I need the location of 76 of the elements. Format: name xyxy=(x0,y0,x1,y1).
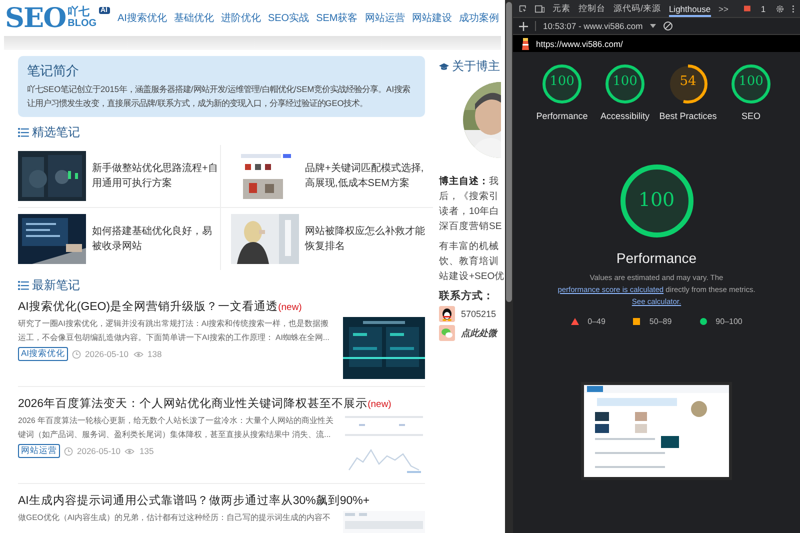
list-icon xyxy=(18,128,29,137)
section-title: 最新笔记 xyxy=(32,277,80,294)
score-value: 100 xyxy=(612,74,638,89)
article-title[interactable]: AI生成内容提示词通用公式靠谱吗？做两步通过率从30%飙到90%+ xyxy=(18,493,425,508)
legend-label: 50–89 xyxy=(649,317,672,326)
intro-title: 笔记简介 xyxy=(27,62,80,80)
legend-label: 0–49 xyxy=(588,317,606,326)
bio-text: 饮、教育培训 xyxy=(439,254,500,269)
eye-icon xyxy=(124,448,136,454)
caret-icon[interactable] xyxy=(650,24,656,28)
list-icon xyxy=(18,281,29,290)
more-tabs-button[interactable]: >> xyxy=(718,4,728,14)
score-value: 100 xyxy=(738,74,764,89)
category-label[interactable]: SEO xyxy=(721,110,781,122)
score-value: 54 xyxy=(678,74,698,89)
legend-label: 90–100 xyxy=(716,317,742,326)
kebab-menu-icon[interactable] xyxy=(792,4,794,14)
bio-text: 博主自述：我 xyxy=(439,174,500,189)
category-label[interactable]: Performance xyxy=(532,110,592,122)
nav-link[interactable]: 网站建设 xyxy=(412,11,452,25)
contact-label: 联系方式： xyxy=(439,289,495,303)
settings-icon[interactable] xyxy=(776,4,784,14)
lighthouse-icon xyxy=(521,37,530,50)
article-title[interactable]: 2026年百度算法变天：个人网站优化商业性关键词降权甚至不展示(new) xyxy=(18,396,425,411)
contact-text[interactable]: 5705215 xyxy=(461,309,496,319)
clear-icon[interactable] xyxy=(662,21,673,31)
devtools-tab[interactable]: Lighthouse xyxy=(668,0,711,16)
nav-link[interactable]: AI搜索优化 xyxy=(118,11,167,25)
devtools-tab[interactable]: 元素 xyxy=(552,0,571,18)
nav-link[interactable]: 网站运营 xyxy=(364,11,405,25)
issues-count[interactable]: 1 xyxy=(758,4,768,14)
bio-text: 读者，10年白 xyxy=(439,205,501,219)
section-title: 精选笔记 xyxy=(32,124,80,141)
add-icon[interactable] xyxy=(519,22,528,30)
scrollbar[interactable] xyxy=(505,0,513,533)
category-label[interactable]: Best Practices xyxy=(658,110,718,122)
contact-text[interactable]: 点此处微 xyxy=(461,326,497,340)
clock-icon xyxy=(72,350,82,358)
intro-text: 吖七SEO笔记创立于2015年，涵盖服务器搭建/网站开发/运维管理/白帽优化/SEM竞价实战经验分享。AI搜索让用户习惯发生改变，直接展示品牌/联系方式，成为新的变现入口，分享经过验证的GEO技术。 xyxy=(27,83,412,110)
penguin-icon xyxy=(439,306,455,322)
nav-link[interactable]: 基础优化 xyxy=(174,11,214,25)
view-count: 138 xyxy=(148,349,162,359)
flag-icon[interactable] xyxy=(744,5,751,12)
nav-link[interactable]: SEO实战 xyxy=(268,11,310,25)
sidebar-heading: 关于博主 xyxy=(452,58,500,75)
eye-icon xyxy=(132,350,144,358)
view-count: 135 xyxy=(139,446,154,456)
bio-text: 深百度营销SE xyxy=(439,220,503,234)
bio-text: 后，《搜索引 xyxy=(439,190,500,204)
category-tag[interactable]: 网站运营 xyxy=(18,444,60,458)
devtools-tab[interactable]: 控制台 xyxy=(578,0,606,18)
article-link[interactable]: 如何搭建基础优化良好，易被收录网站 xyxy=(92,224,220,254)
nav-link[interactable]: 进阶优化 xyxy=(220,11,261,25)
graduation-cap-icon xyxy=(439,62,449,70)
bio-text: 有丰富的机械 xyxy=(439,240,500,254)
article-link[interactable]: 网站被降权应怎么补救才能恢复排名 xyxy=(305,224,433,254)
category-tag[interactable]: AI搜索优化 xyxy=(18,347,68,361)
chat-bubbles-icon xyxy=(439,325,455,341)
category-title: Performance xyxy=(616,250,697,266)
report-url: https://www.vi586.com/ xyxy=(536,38,623,48)
nav-link[interactable]: 成功案例 xyxy=(458,11,499,25)
article-title[interactable]: AI搜索优化(GEO)是全网营销升级版？一文看通透(new) xyxy=(18,299,425,314)
article-link[interactable]: 品牌+关键词匹配模式选择,高展现,低成本SEM方案 xyxy=(305,161,433,191)
nav-link[interactable]: SEM获客 xyxy=(316,11,358,25)
device-icon[interactable] xyxy=(534,4,545,14)
score-value: 100 xyxy=(637,189,676,211)
post-date: 2026-05-10 xyxy=(85,349,129,359)
clock-icon xyxy=(64,446,73,456)
article-link[interactable]: 新手做整站优化思路流程+自用通用可执行方案 xyxy=(92,161,220,191)
post-date: 2026-05-10 xyxy=(77,446,120,456)
inspect-icon[interactable] xyxy=(519,4,527,14)
devtools-tab[interactable]: 源代码/来源 xyxy=(614,0,661,18)
report-selector[interactable]: 10:53:07 - www.vi586.com xyxy=(543,21,643,31)
score-value: 100 xyxy=(548,74,576,89)
bio-text: 站建设+SEO优 xyxy=(439,270,505,284)
category-label[interactable]: Accessibility xyxy=(595,110,655,122)
